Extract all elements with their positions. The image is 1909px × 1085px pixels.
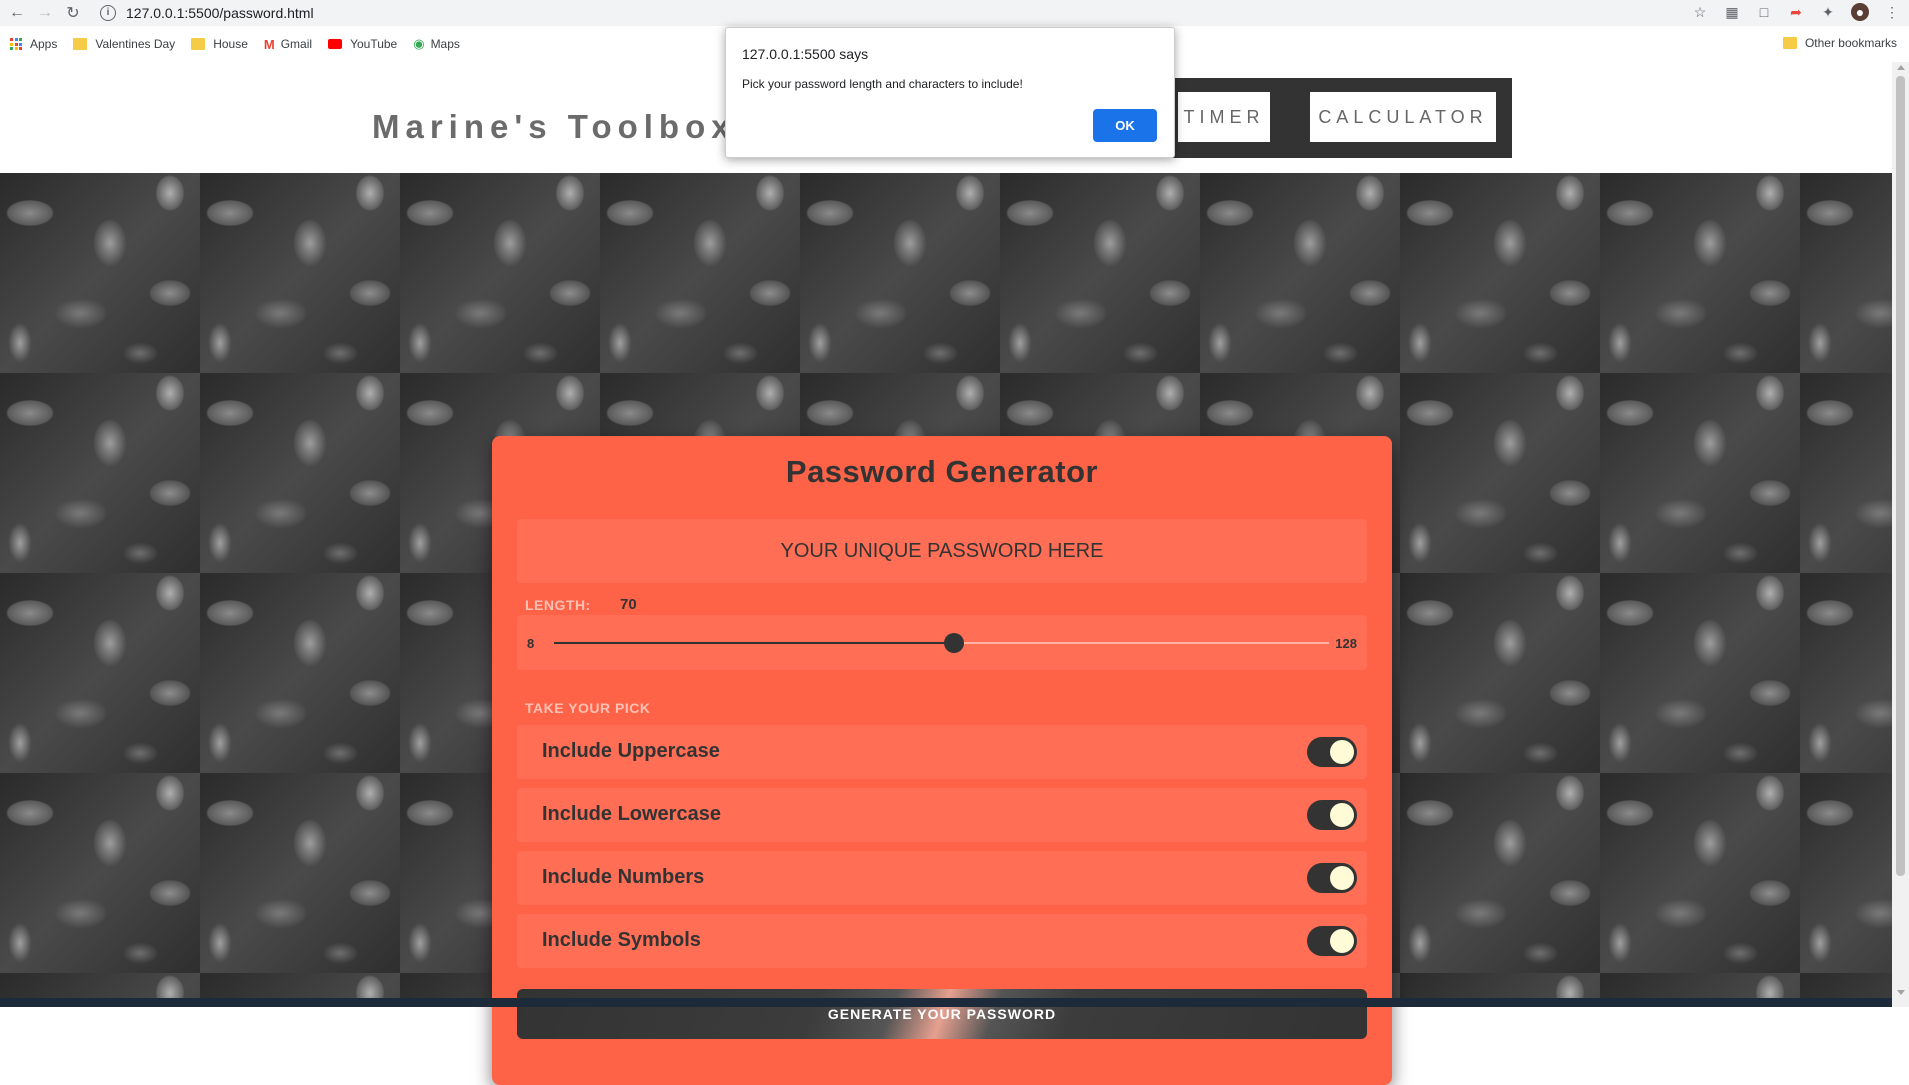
forward-icon[interactable]: → — [34, 2, 56, 24]
puzzle-icon[interactable]: ✦ — [1819, 3, 1837, 21]
generate-password-button[interactable]: GENERATE YOUR PASSWORD — [517, 989, 1367, 1039]
toggle-knob — [1330, 740, 1354, 764]
length-label: LENGTH: — [525, 597, 591, 613]
other-bookmarks[interactable]: Other bookmarks — [1782, 36, 1897, 50]
bookmark-valentines-day[interactable]: Valentines Day — [73, 37, 175, 51]
take-your-pick-label: TAKE YOUR PICK — [525, 700, 651, 716]
numbers-toggle[interactable] — [1307, 863, 1357, 893]
nav-timer[interactable]: TIMER — [1178, 92, 1270, 142]
bookmark-label: House — [213, 37, 248, 51]
reload-icon[interactable]: ↻ — [62, 2, 84, 24]
slider-min-label: 8 — [527, 636, 535, 651]
toggle-knob — [1330, 866, 1354, 890]
bookmark-house[interactable]: House — [191, 37, 248, 51]
length-slider-container: 8 128 — [517, 615, 1367, 670]
bookmark-label: Gmail — [280, 37, 313, 51]
profile-avatar[interactable]: ● — [1851, 3, 1869, 21]
option-label: Include Uppercase — [542, 740, 720, 762]
address-bar[interactable]: i 127.0.0.1:5500/password.html — [100, 1, 1680, 25]
uppercase-toggle[interactable] — [1307, 737, 1357, 767]
scroll-down-icon[interactable] — [1897, 990, 1905, 995]
cast-icon[interactable]: ➦ — [1787, 3, 1805, 21]
option-numbers: Include Numbers — [517, 851, 1367, 905]
menu-icon[interactable]: ⋮ — [1883, 3, 1901, 21]
bookmark-label: Apps — [30, 37, 58, 51]
bookmark-star-icon[interactable]: ☆ — [1691, 3, 1709, 21]
folder-icon — [1782, 37, 1797, 49]
option-symbols: Include Symbols — [517, 914, 1367, 968]
card-title: Password Generator — [785, 454, 1099, 489]
option-lowercase: Include Lowercase — [517, 788, 1367, 842]
apps-grid-icon — [10, 38, 22, 50]
length-slider[interactable] — [554, 633, 1329, 653]
bookmark-label: Other bookmarks — [1804, 36, 1897, 50]
gmail-icon: M — [263, 36, 275, 52]
option-label: Include Symbols — [542, 929, 701, 951]
slider-fill — [554, 642, 955, 644]
option-uppercase: Include Uppercase — [517, 725, 1367, 779]
option-label: Include Lowercase — [542, 803, 721, 825]
slider-thumb[interactable] — [944, 633, 965, 653]
symbols-toggle[interactable] — [1307, 926, 1357, 956]
scroll-thumb[interactable] — [1896, 76, 1905, 876]
toggle-knob — [1330, 803, 1354, 827]
extension-icon[interactable]: ▦ — [1723, 3, 1741, 21]
lowercase-toggle[interactable] — [1307, 800, 1357, 830]
site-info-icon[interactable]: i — [100, 5, 116, 21]
os-taskbar — [0, 998, 1892, 1007]
page-scrollbar[interactable] — [1892, 62, 1909, 1007]
bookmark-label: Maps — [430, 37, 460, 51]
scroll-up-icon[interactable] — [1897, 65, 1905, 70]
nav-calculator[interactable]: CALCULATOR — [1310, 92, 1496, 142]
bookmark-maps[interactable]: ◉ Maps — [413, 36, 460, 52]
url-text: 127.0.0.1:5500/password.html — [126, 5, 314, 21]
youtube-icon — [328, 39, 343, 49]
charcoal-background: Password Generator YOUR UNIQUE PASSWORD … — [0, 173, 1892, 1085]
password-generator-card: Password Generator YOUR UNIQUE PASSWORD … — [492, 436, 1392, 1085]
slider-max-label: 128 — [1335, 636, 1357, 651]
site-title: Marine's Toolbox — [372, 108, 736, 145]
alert-dialog: 127.0.0.1:5500 says Pick your password l… — [725, 27, 1175, 158]
alert-title: 127.0.0.1:5500 says — [742, 46, 869, 62]
folder-icon — [73, 38, 88, 50]
back-icon[interactable]: ← — [6, 2, 28, 24]
bookmark-youtube[interactable]: YouTube — [328, 37, 397, 51]
bookmark-label: YouTube — [350, 37, 398, 51]
option-label: Include Numbers — [542, 866, 705, 888]
bookmark-gmail[interactable]: M Gmail — [264, 37, 312, 52]
length-value: 70 — [620, 596, 637, 613]
alert-message: Pick your password length and characters… — [742, 77, 1023, 91]
document-icon[interactable]: □ — [1755, 3, 1773, 21]
browser-toolbar: ← → ↻ i 127.0.0.1:5500/password.html ☆ ▦… — [0, 0, 1909, 26]
toggle-knob — [1330, 929, 1354, 953]
bookmark-label: Valentines Day — [95, 37, 176, 51]
password-output[interactable]: YOUR UNIQUE PASSWORD HERE — [517, 519, 1367, 583]
maps-pin-icon: ◉ — [413, 36, 425, 51]
bookmark-apps[interactable]: Apps — [10, 37, 57, 51]
alert-ok-button[interactable]: OK — [1093, 109, 1157, 142]
folder-icon — [191, 38, 206, 50]
